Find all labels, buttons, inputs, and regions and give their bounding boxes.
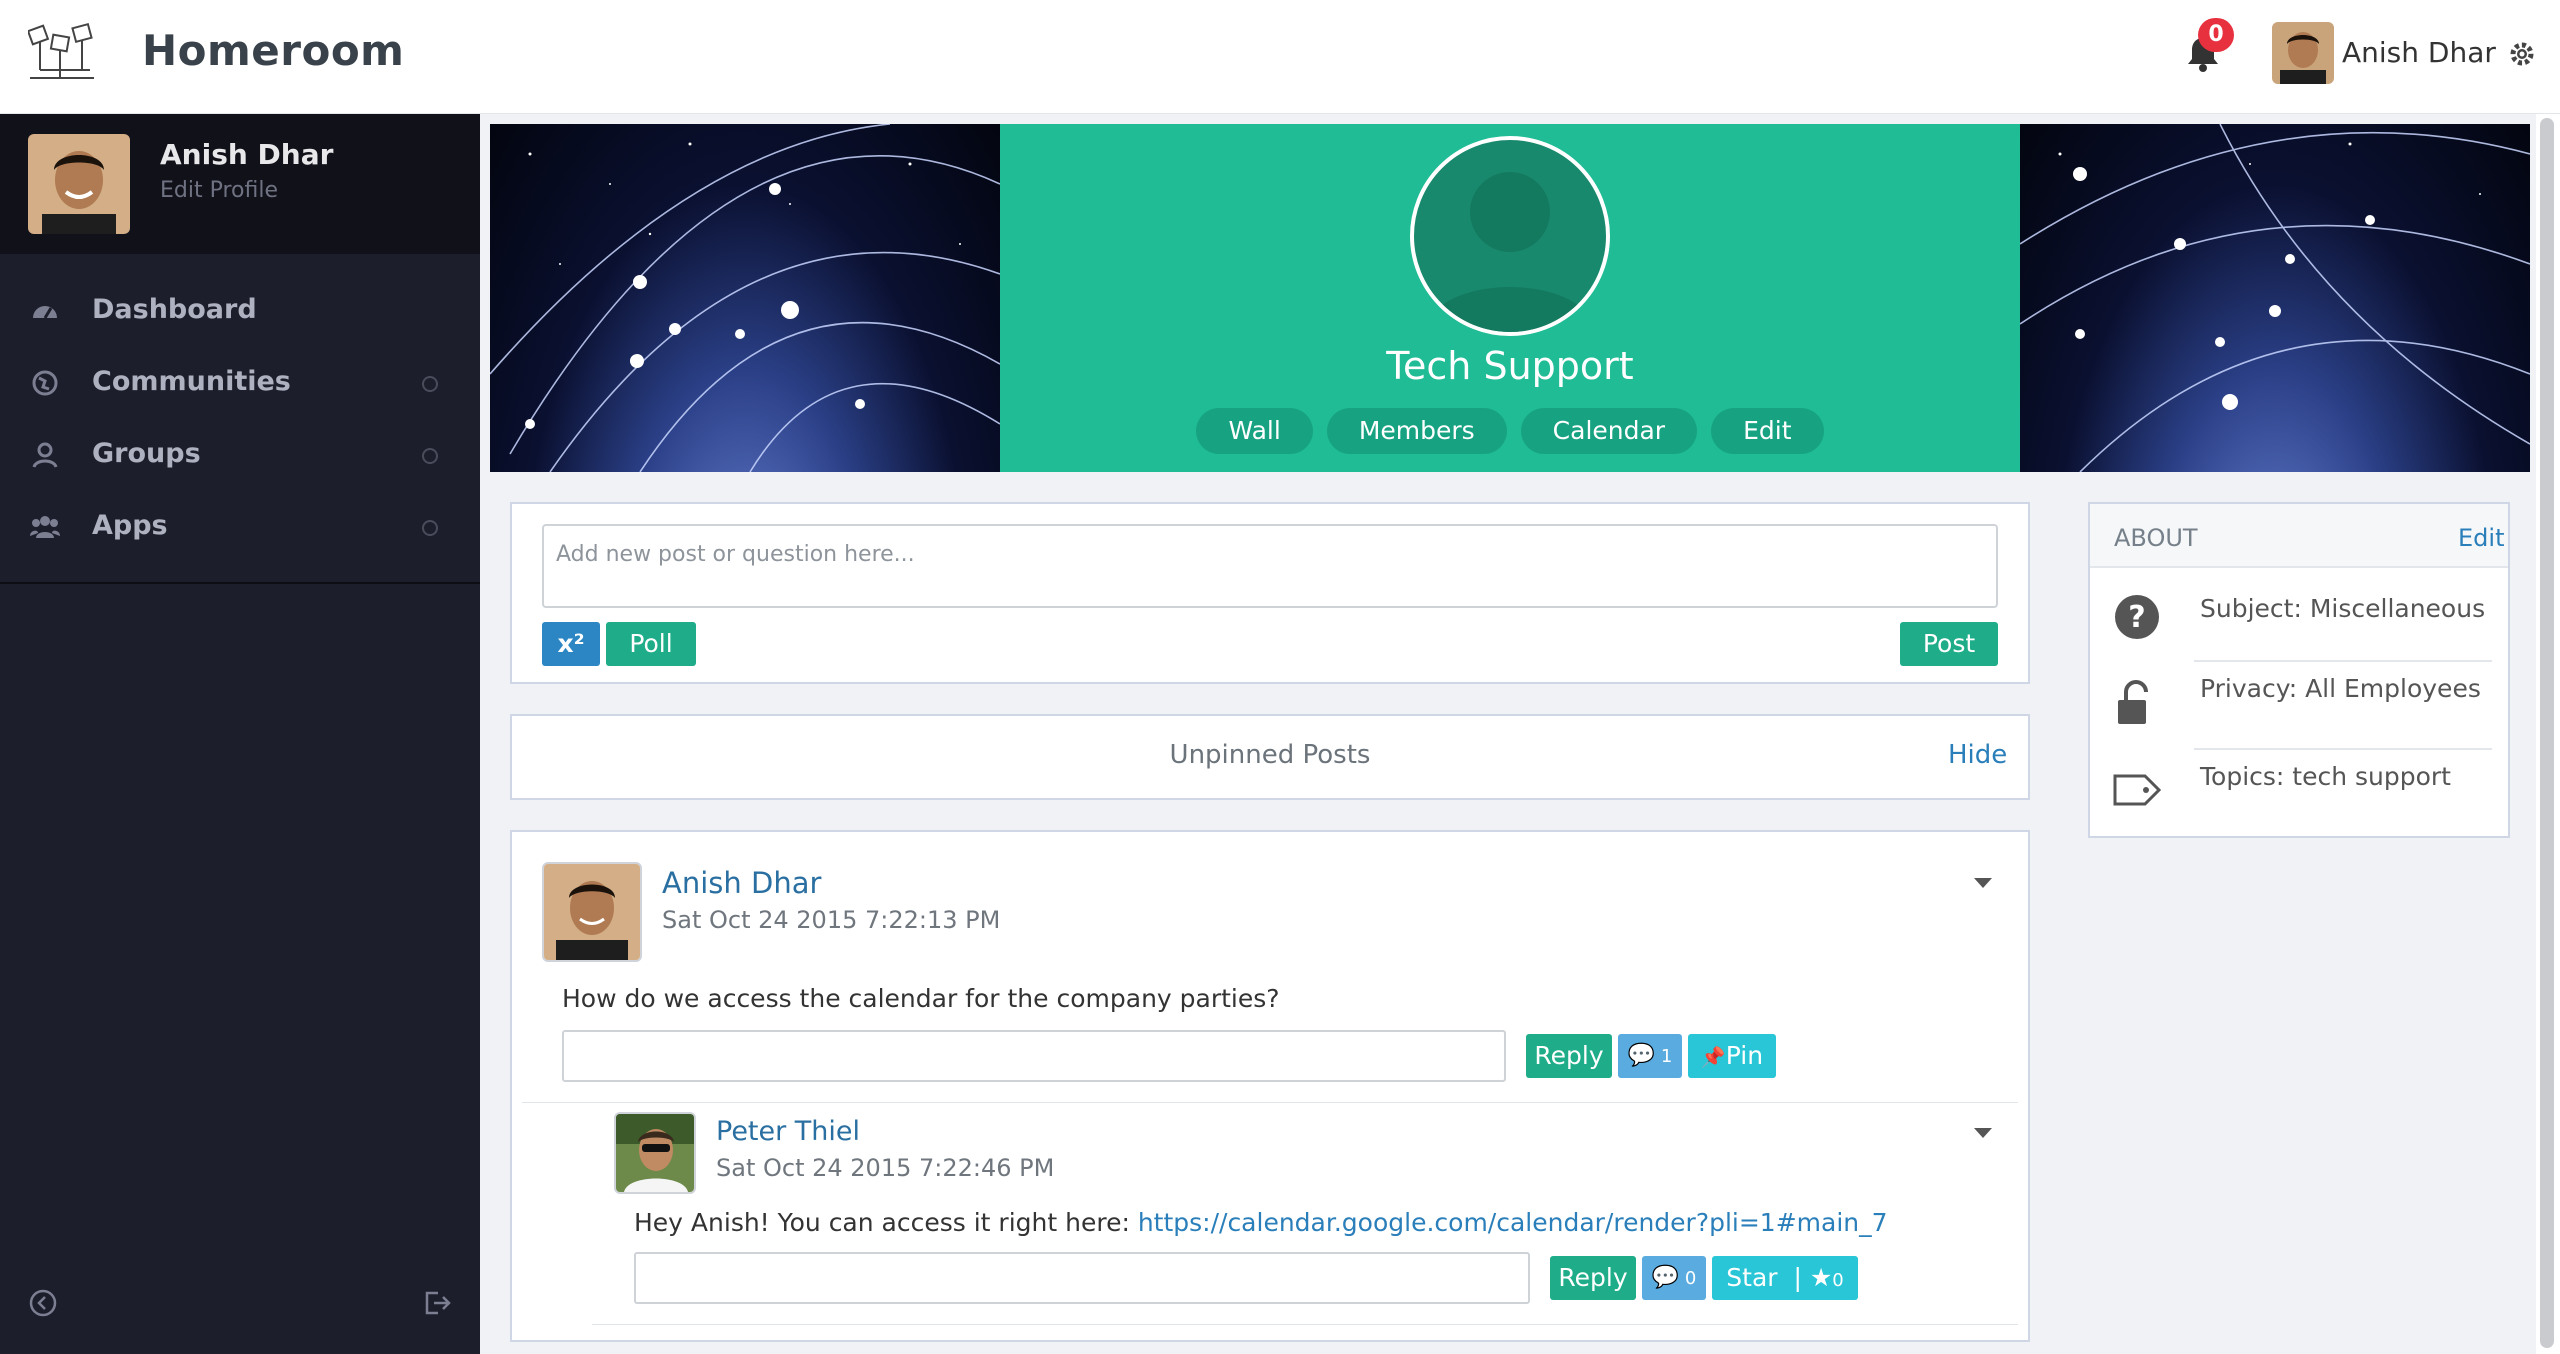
new-post-input[interactable]: Add new post or question here... — [542, 524, 1998, 608]
reply-actions: Reply 💬 0 Star | ★0 — [1550, 1256, 1890, 1300]
brand-title[interactable]: Homeroom — [142, 26, 404, 75]
edit-profile-link[interactable]: Edit Profile — [160, 178, 278, 203]
pin-button[interactable]: 📌Pin — [1688, 1034, 1776, 1078]
dashboard-icon — [33, 306, 57, 319]
reply-text: Hey Anish! You can access it right here: — [634, 1208, 1138, 1237]
superscript-button[interactable]: x² — [542, 622, 600, 666]
avatar[interactable] — [614, 1112, 696, 1194]
users-icon — [30, 516, 60, 538]
divider — [522, 1102, 2018, 1103]
gear-icon[interactable] — [2508, 40, 2536, 68]
about-header: ABOUT Edit — [2090, 504, 2508, 568]
comment-icon: 💬 — [1651, 1265, 1680, 1290]
tab-calendar[interactable]: Calendar — [1520, 408, 1698, 454]
avatar[interactable] — [28, 134, 130, 234]
cover-image-left — [490, 124, 1000, 472]
reply-input[interactable] — [634, 1252, 1530, 1304]
avatar[interactable] — [542, 862, 642, 962]
community-avatar[interactable] — [1410, 136, 1610, 336]
sidebar-item-apps[interactable]: Apps — [0, 490, 480, 562]
user-name[interactable]: Anish Dhar — [2342, 36, 2496, 69]
unpinned-posts-title: Unpinned Posts — [1169, 740, 1371, 770]
question-icon: ? — [2115, 595, 2159, 639]
sidebar-user-name[interactable]: Anish Dhar — [160, 138, 333, 171]
reply-button[interactable]: Reply — [1550, 1256, 1636, 1300]
post-card: Anish Dhar Sat Oct 24 2015 7:22:13 PM Ho… — [510, 830, 2030, 1342]
reply-input[interactable] — [562, 1030, 1506, 1082]
tab-wall[interactable]: Wall — [1196, 408, 1313, 454]
cover-image-right — [2020, 124, 2530, 472]
about-privacy: Privacy: All Employees — [2090, 662, 2508, 748]
collapse-sidebar-icon[interactable] — [28, 1288, 58, 1318]
post-button[interactable]: Post — [1900, 622, 1998, 666]
sidebar-item-dashboard[interactable]: Dashboard — [0, 274, 480, 346]
about-topics: Topics: tech support — [2090, 750, 2508, 836]
divider — [592, 1324, 2018, 1325]
sidebar: Anish Dhar Edit Profile Dashboard Commun… — [0, 114, 480, 1354]
unlock-icon — [2118, 680, 2148, 724]
post-timestamp: Sat Oct 24 2015 7:22:13 PM — [662, 906, 1001, 934]
community-cover: Tech Support Wall Members Calendar Edit — [490, 124, 2530, 472]
about-panel: ABOUT Edit ? Subject: Miscellaneous Priv… — [2088, 502, 2510, 838]
status-dot — [422, 448, 438, 464]
community-tabs: Wall Members Calendar Edit — [1000, 408, 2020, 454]
tag-icon — [2113, 774, 2162, 806]
top-navbar: Homeroom 0 Anish Dhar — [0, 0, 2560, 114]
sidebar-item-label: Groups — [92, 438, 201, 469]
star-icon: ★ — [1809, 1263, 1833, 1292]
poll-button[interactable]: Poll — [606, 622, 696, 666]
homeroom-logo-icon[interactable] — [28, 22, 116, 82]
unpinned-posts-header: Unpinned Posts Hide — [510, 714, 2030, 800]
reply-author[interactable]: Peter Thiel — [716, 1116, 860, 1147]
avatar[interactable] — [2272, 22, 2334, 84]
notification-badge: 0 — [2198, 18, 2234, 52]
about-edit-link[interactable]: Edit — [2458, 524, 2504, 552]
tab-members[interactable]: Members — [1326, 408, 1507, 454]
sidebar-user-panel: Anish Dhar Edit Profile — [0, 114, 480, 254]
star-button[interactable]: Star | ★0 — [1712, 1256, 1858, 1300]
calendar-link[interactable]: https://calendar.google.com/calendar/ren… — [1138, 1208, 1888, 1237]
user-icon — [32, 442, 58, 468]
pin-icon: 📌 — [1700, 1045, 1726, 1069]
post-body: How do we access the calendar for the co… — [562, 984, 1280, 1013]
sidebar-item-groups[interactable]: Groups — [0, 418, 480, 490]
about-subject: ? Subject: Miscellaneous — [2090, 568, 2508, 662]
status-dot — [422, 376, 438, 392]
sidebar-item-label: Dashboard — [92, 294, 257, 325]
topics-text: Topics: tech support — [2200, 762, 2451, 791]
post-composer: Add new post or question here... x² Poll… — [510, 502, 2030, 684]
reply-timestamp: Sat Oct 24 2015 7:22:46 PM — [716, 1154, 1055, 1182]
chevron-down-icon[interactable] — [1974, 878, 1992, 888]
globe-icon — [32, 370, 58, 396]
community-title: Tech Support — [1386, 344, 1634, 388]
privacy-text: Privacy: All Employees — [2200, 674, 2481, 703]
comments-button[interactable]: 💬 0 — [1642, 1256, 1706, 1300]
post-actions: Reply 💬 1 📌Pin — [1526, 1034, 1776, 1078]
status-dot — [422, 520, 438, 536]
svg-text:?: ? — [2128, 600, 2145, 635]
sidebar-menu: Dashboard Communities Groups Apps — [0, 254, 480, 584]
reply-button[interactable]: Reply — [1526, 1034, 1612, 1078]
logout-icon[interactable] — [422, 1288, 452, 1318]
comment-icon: 💬 — [1627, 1043, 1656, 1068]
scrollbar[interactable] — [2540, 118, 2554, 1348]
comments-button[interactable]: 💬 1 — [1618, 1034, 1682, 1078]
sidebar-item-communities[interactable]: Communities — [0, 346, 480, 418]
sidebar-item-label: Apps — [92, 510, 168, 541]
sidebar-item-label: Communities — [92, 366, 291, 397]
subject-text: Subject: Miscellaneous — [2200, 594, 2486, 623]
hide-link[interactable]: Hide — [1948, 740, 2007, 770]
tab-edit[interactable]: Edit — [1711, 408, 1824, 454]
about-title: ABOUT — [2114, 524, 2198, 552]
reply-body: Hey Anish! You can access it right here:… — [634, 1208, 1888, 1237]
chevron-down-icon[interactable] — [1974, 1128, 1992, 1138]
post-author[interactable]: Anish Dhar — [662, 866, 821, 900]
